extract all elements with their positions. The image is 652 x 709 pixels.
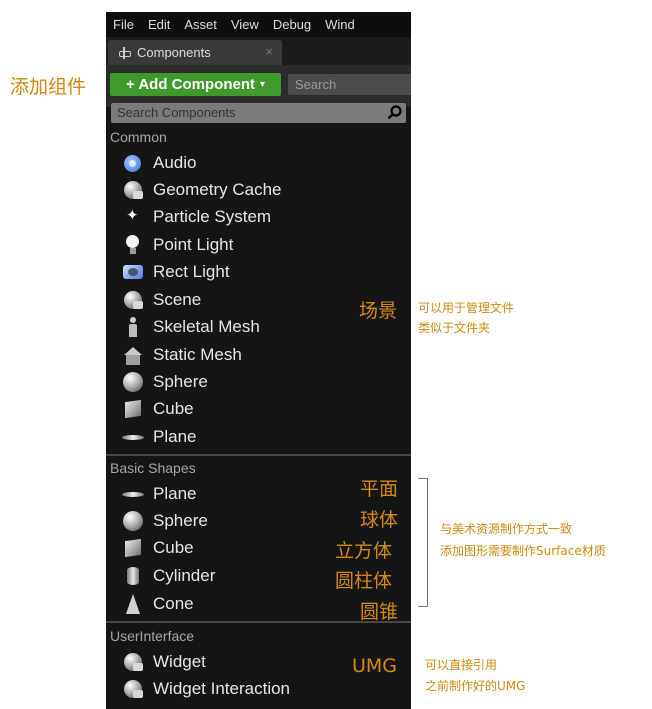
menu-asset[interactable]: Asset — [177, 17, 224, 32]
add-component-label: + Add Component — [125, 76, 255, 93]
component-item-scene[interactable]: Scene — [122, 288, 201, 312]
component-label: Rect Light — [153, 262, 230, 281]
geometry-cache-icon — [122, 179, 144, 201]
component-label: Sphere — [153, 372, 208, 391]
annotation-add-component: 添加组件 — [10, 76, 87, 98]
annotation-shape-cylinder: 圆柱体 — [335, 570, 393, 592]
menu-window[interactable]: Wind — [318, 17, 362, 32]
component-label: Cone — [153, 594, 194, 613]
menu-edit[interactable]: Edit — [141, 17, 177, 32]
menu-view[interactable]: View — [224, 17, 266, 32]
tab-components[interactable]: Components × — [108, 40, 282, 65]
component-item-geometry-cache[interactable]: Geometry Cache — [122, 178, 282, 202]
annotation-shape-sphere: 球体 — [360, 509, 399, 531]
annotation-shapes-note-2: 添加图形需要制作Surface材质 — [440, 544, 606, 558]
component-label: Particle System — [153, 207, 272, 226]
search-input[interactable]: Search — [288, 74, 411, 95]
component-label: Audio — [153, 153, 197, 172]
annotation-umg-note-2: 之前制作好的UMG — [425, 679, 526, 693]
skeletal-mesh-icon — [122, 316, 144, 338]
cube-icon — [122, 537, 144, 559]
component-item-cube[interactable]: Cube — [122, 397, 194, 421]
point-light-icon — [122, 234, 144, 256]
cube-icon — [122, 398, 144, 420]
annotation-scene-note-1: 可以用于管理文件 — [418, 301, 515, 315]
component-item-rect-light[interactable]: Rect Light — [122, 260, 230, 284]
annotation-scene: 场景 — [359, 300, 398, 322]
component-item-plane[interactable]: Plane — [122, 482, 196, 506]
component-label: Geometry Cache — [153, 180, 282, 199]
sphere-icon — [122, 510, 144, 532]
component-item-static-mesh[interactable]: Static Mesh — [122, 343, 242, 367]
menu-file[interactable]: File — [106, 17, 141, 32]
components-toolbar: + Add Component ▾ Search — [106, 65, 411, 107]
component-label: Point Light — [153, 235, 234, 254]
component-label: Plane — [153, 427, 197, 446]
component-item-cube[interactable]: Cube — [122, 536, 194, 560]
component-label: Plane — [153, 484, 197, 503]
section-divider — [106, 454, 411, 456]
annotation-shape-cone: 圆锥 — [360, 601, 399, 623]
component-item-skeletal-mesh[interactable]: Skeletal Mesh — [122, 315, 260, 339]
component-item-widget[interactable]: Widget — [122, 650, 206, 674]
menu-debug[interactable]: Debug — [266, 17, 318, 32]
close-icon[interactable]: × — [265, 44, 273, 59]
widget-icon — [122, 651, 144, 673]
audio-icon — [122, 152, 144, 174]
component-item-cone[interactable]: Cone — [122, 592, 194, 616]
component-item-sphere[interactable]: Sphere — [122, 370, 208, 394]
chevron-down-icon: ▾ — [260, 79, 266, 90]
rect-light-icon — [122, 261, 144, 283]
tab-row: Components × — [106, 37, 411, 65]
component-label: Cube — [153, 399, 194, 418]
component-label: Sphere — [153, 511, 208, 530]
plane-icon — [122, 426, 144, 448]
component-label: Widget Interaction — [153, 679, 291, 698]
component-item-audio[interactable]: Audio — [122, 151, 196, 175]
component-item-particle-system[interactable]: Particle System — [122, 205, 271, 229]
annotation-umg-note-1: 可以直接引用 — [425, 658, 498, 672]
scene-icon — [122, 289, 144, 311]
component-search-placeholder: Search Components — [117, 105, 236, 120]
annotation-shape-cube: 立方体 — [335, 540, 393, 562]
component-label: Cylinder — [153, 566, 216, 585]
component-item-cylinder[interactable]: Cylinder — [122, 564, 215, 588]
component-label: Skeletal Mesh — [153, 317, 260, 336]
section-basic-shapes: Basic Shapes — [110, 460, 196, 476]
component-item-sphere[interactable]: Sphere — [122, 509, 208, 533]
search-icon[interactable] — [387, 105, 403, 121]
components-tab-icon — [117, 46, 131, 60]
tab-label: Components — [137, 45, 211, 60]
annotation-shape-plane: 平面 — [360, 478, 399, 500]
component-item-plane[interactable]: Plane — [122, 425, 196, 449]
cone-icon — [122, 593, 144, 615]
component-label: Static Mesh — [153, 345, 242, 364]
section-user-interface: UserInterface — [110, 628, 195, 644]
sphere-icon — [122, 371, 144, 393]
annotation-shapes-note-1: 与美术资源制作方式一致 — [440, 522, 573, 536]
add-component-button[interactable]: + Add Component ▾ — [110, 73, 281, 96]
annotation-scene-note-2: 类似于文件夹 — [418, 321, 491, 335]
component-label: Widget — [153, 652, 206, 671]
component-item-widget-interaction[interactable]: Widget Interaction — [122, 677, 290, 701]
annotation-umg: UMG — [352, 655, 398, 677]
component-label: Scene — [153, 290, 202, 309]
component-label: Cube — [153, 538, 194, 557]
menu-bar: File Edit Asset View Debug Wind — [106, 12, 411, 37]
component-search-input[interactable]: Search Components — [111, 103, 406, 123]
particle-icon — [122, 206, 144, 228]
cylinder-icon — [122, 565, 144, 587]
shapes-bracket — [418, 478, 428, 607]
static-mesh-icon — [122, 344, 144, 366]
component-item-point-light[interactable]: Point Light — [122, 233, 233, 257]
plane-icon — [122, 483, 144, 505]
section-common: Common — [110, 129, 167, 145]
widget-interaction-icon — [122, 678, 144, 700]
